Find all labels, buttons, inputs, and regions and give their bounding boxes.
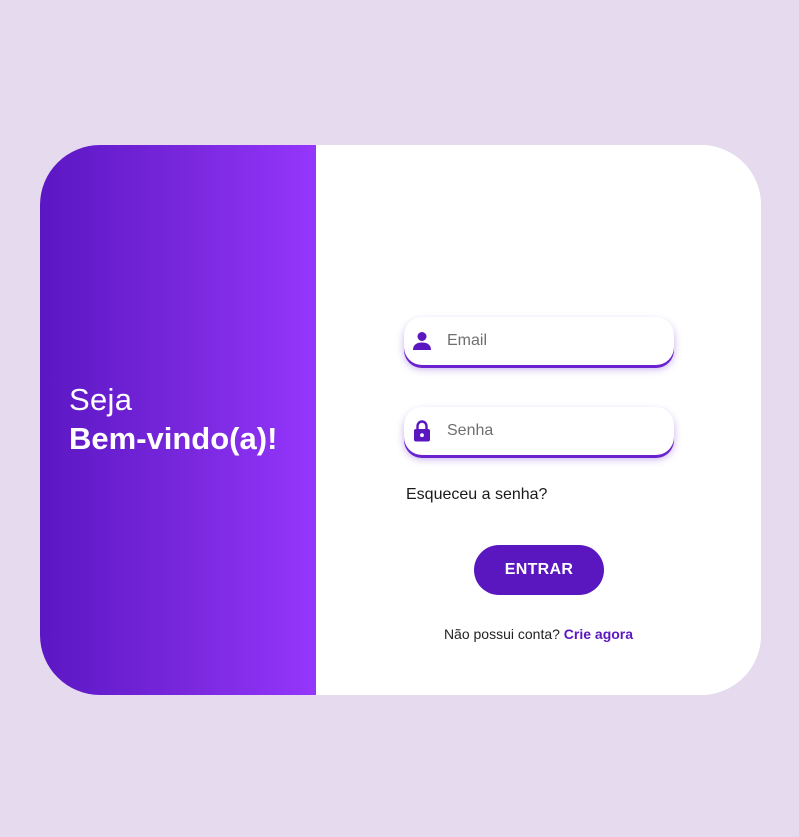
user-icon <box>412 330 432 352</box>
welcome-line-1: Seja <box>69 382 133 417</box>
login-card: Seja Bem-vindo(a)! Esqu <box>40 145 761 695</box>
signup-prompt-text: Não possui conta? <box>443 626 560 642</box>
enter-button[interactable]: ENTRAR <box>474 545 604 595</box>
forgot-password-link[interactable]: Esqueceu a senha? <box>406 486 547 504</box>
password-input[interactable] <box>445 421 659 441</box>
welcome-line-2: Bem-vindo(a)! <box>69 420 278 456</box>
password-field <box>404 407 674 455</box>
welcome-panel: Seja Bem-vindo(a)! <box>40 145 316 695</box>
email-input[interactable] <box>445 331 659 351</box>
welcome-heading: Seja Bem-vindo(a)! <box>69 381 277 459</box>
lock-icon <box>412 420 432 442</box>
signup-prompt: Não possui conta? Crie agora <box>316 626 761 642</box>
create-account-link[interactable]: Crie agora <box>564 626 633 642</box>
email-field <box>404 317 674 365</box>
login-form-panel: Esqueceu a senha? ENTRAR Não possui cont… <box>316 145 761 695</box>
